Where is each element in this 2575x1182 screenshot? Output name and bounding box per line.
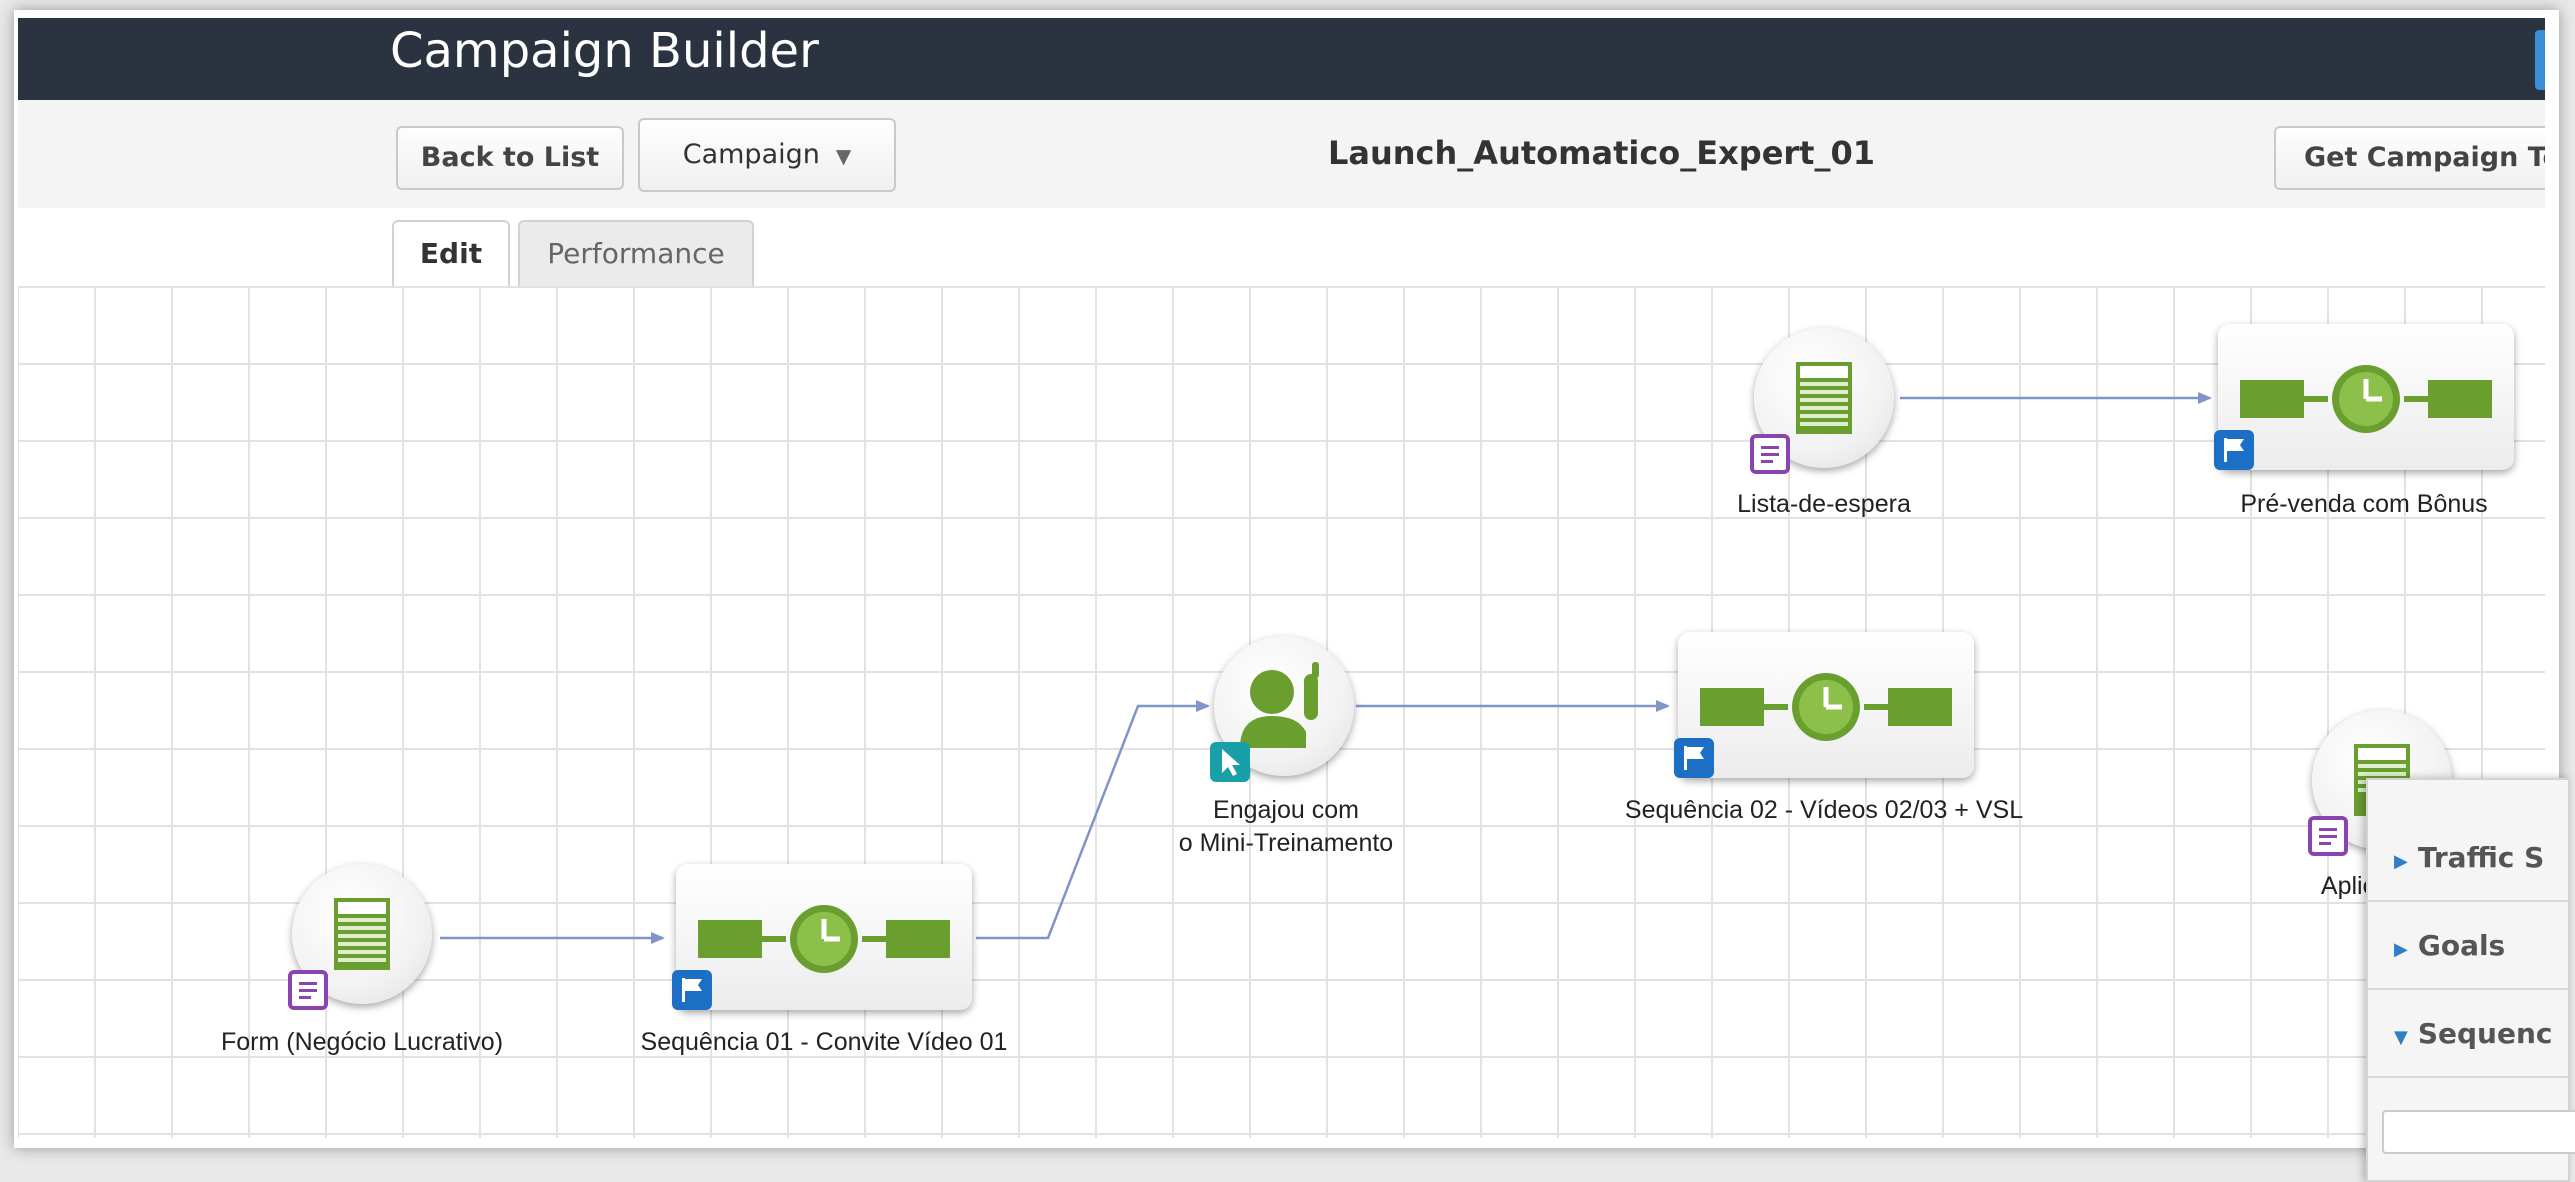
app-header: Campaign Builder — [18, 18, 2545, 100]
sequencia-01-label: Sequência 01 - Convite Vídeo 01 — [640, 1028, 1008, 1056]
campaign-toolbar: Back to List Campaign ▼ Launch_Automatico… — [18, 100, 2545, 209]
caret-down-icon: ▼ — [835, 144, 852, 168]
app-title: Campaign Builder — [390, 23, 819, 79]
tab-performance[interactable]: Performance — [518, 220, 754, 286]
campaign-dropdown-label: Campaign — [682, 139, 820, 170]
sequencia-01-node[interactable] — [676, 864, 972, 1010]
chevron-down-icon: ▼ — [2394, 1027, 2408, 1048]
engajou-label-line1: Engajou com — [1213, 796, 1359, 824]
flag-badge-icon — [672, 970, 712, 1010]
chevron-right-icon: ▶ — [2394, 851, 2408, 872]
sequence-clock-icon — [2240, 365, 2492, 433]
panel-item-label: Goals — [2417, 929, 2506, 962]
panel-item-label: Sequenc — [2417, 1017, 2553, 1050]
form-badge-icon — [288, 970, 328, 1010]
panel-item-traffic-sources[interactable]: ▶ Traffic S — [2368, 814, 2568, 902]
panel-search-input[interactable] — [2382, 1110, 2575, 1154]
view-tabs: Edit Performance — [18, 208, 2545, 286]
panel-item-sequences[interactable]: ▼ Sequenc — [2368, 990, 2568, 1078]
panel-item-goals[interactable]: ▶ Goals — [2368, 902, 2568, 990]
campaign-dropdown-button[interactable]: Campaign ▼ — [638, 118, 896, 192]
cursor-badge-icon — [1210, 742, 1250, 782]
flag-badge-icon — [2214, 430, 2254, 470]
sequencia-02-label: Sequência 02 - Vídeos 02/03 + VSL — [1624, 796, 2024, 824]
engajou-label-line2: o Mini-Treinamento — [1178, 829, 1394, 857]
form-badge-icon — [1750, 434, 1790, 474]
campaign-canvas[interactable]: Form (Negócio Lucrativo) Sequência 01 - … — [18, 286, 2545, 1138]
pre-venda-node[interactable] — [2218, 324, 2514, 470]
tab-edit[interactable]: Edit — [392, 220, 510, 286]
lista-espera-label: Lista-de-espera — [1737, 490, 1911, 518]
engajou-label: Engajou com o Mini-Treinamento — [1179, 794, 1393, 860]
header-action-button[interactable] — [2535, 30, 2545, 90]
connector-seq01-to-engajou[interactable] — [976, 700, 1210, 940]
chevron-right-icon: ▶ — [2394, 939, 2408, 960]
get-campaign-template-button[interactable]: Get Campaign Te — [2274, 126, 2545, 190]
sequence-clock-icon — [1700, 673, 1952, 741]
panel-item-label: Traffic S — [2417, 841, 2545, 874]
sequence-clock-icon — [698, 905, 950, 973]
campaign-name: Launch_Automatico_Expert_01 — [1328, 134, 1875, 172]
flag-badge-icon — [1674, 738, 1714, 778]
sequencia-02-node[interactable] — [1678, 632, 1974, 778]
campaign-elements-panel: ▶ Traffic S ▶ Goals ▼ Sequenc — [2366, 778, 2575, 1182]
pre-venda-label: Pré-venda com Bônus — [2240, 490, 2488, 518]
form-badge-icon — [2308, 816, 2348, 856]
back-to-list-button[interactable]: Back to List — [396, 126, 624, 190]
form-negocio-label: Form (Negócio Lucrativo) — [220, 1028, 504, 1056]
